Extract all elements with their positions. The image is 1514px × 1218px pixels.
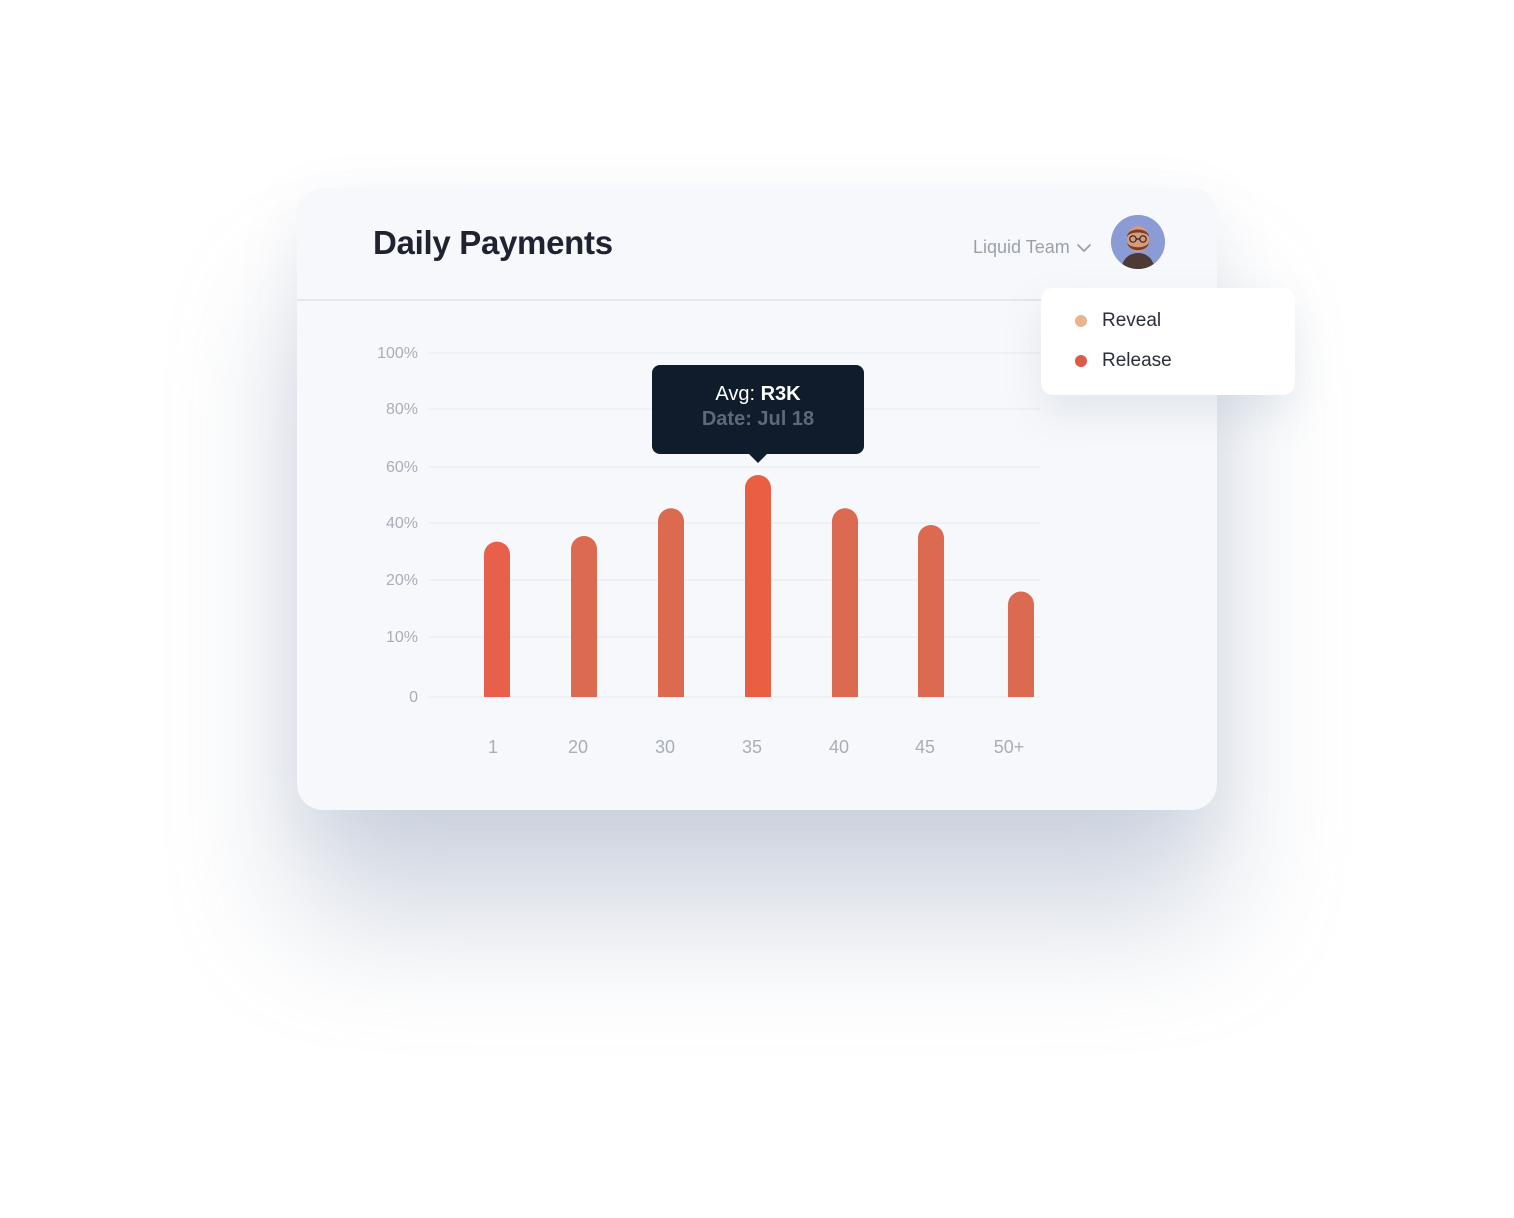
x-tick-label: 1 [488, 737, 498, 757]
y-tick-label: 80% [386, 401, 418, 418]
y-tick-label: 60% [386, 459, 418, 476]
y-tick-label: 20% [386, 572, 418, 589]
legend-label-reveal: Reveal [1102, 310, 1162, 331]
tooltip-avg-prefix: Avg: [715, 383, 756, 405]
chart-tooltip: Avg: R3K Date: Jul 18 [652, 365, 864, 463]
bar-30[interactable] [658, 508, 684, 697]
legend-dot-reveal [1075, 315, 1087, 327]
bar-45[interactable] [918, 524, 944, 697]
legend-item-reveal[interactable]: Reveal [1075, 310, 1161, 332]
bar-50+[interactable] [1008, 591, 1034, 697]
y-tick-label: 40% [386, 515, 418, 532]
bar-chart: 100% 80% 60% 40% 20% 10% 0 1 20 30 35 40 45 50+ [377, 345, 1040, 757]
y-tick-label: 100% [377, 345, 418, 362]
x-tick-label: 45 [915, 737, 935, 757]
bar-20[interactable] [571, 536, 597, 697]
chart-legend: Reveal Release [1041, 288, 1295, 395]
legend-item-release[interactable]: Release [1075, 350, 1172, 372]
tooltip-date: Date: Jul 18 [701, 408, 815, 430]
bar-40[interactable] [832, 508, 858, 697]
bar-1[interactable] [484, 541, 510, 697]
legend-label-release: Release [1102, 350, 1172, 371]
x-tick-label: 35 [742, 737, 762, 757]
y-tick-label: 10% [386, 629, 418, 646]
bar-35[interactable] [745, 475, 771, 697]
x-tick-label: 40 [829, 737, 849, 757]
stage: Daily Payments Liquid Team 100% 80% 60% … [0, 0, 1514, 1218]
x-tick-label: 30 [655, 737, 675, 757]
tooltip-avg-value: R3K [760, 383, 801, 405]
tooltip-avg: Avg: R3K [652, 382, 864, 406]
legend-dot-release [1075, 355, 1087, 367]
x-tick-label: 50+ [994, 737, 1025, 757]
x-tick-label: 20 [568, 737, 588, 757]
y-tick-label: 0 [409, 689, 418, 706]
